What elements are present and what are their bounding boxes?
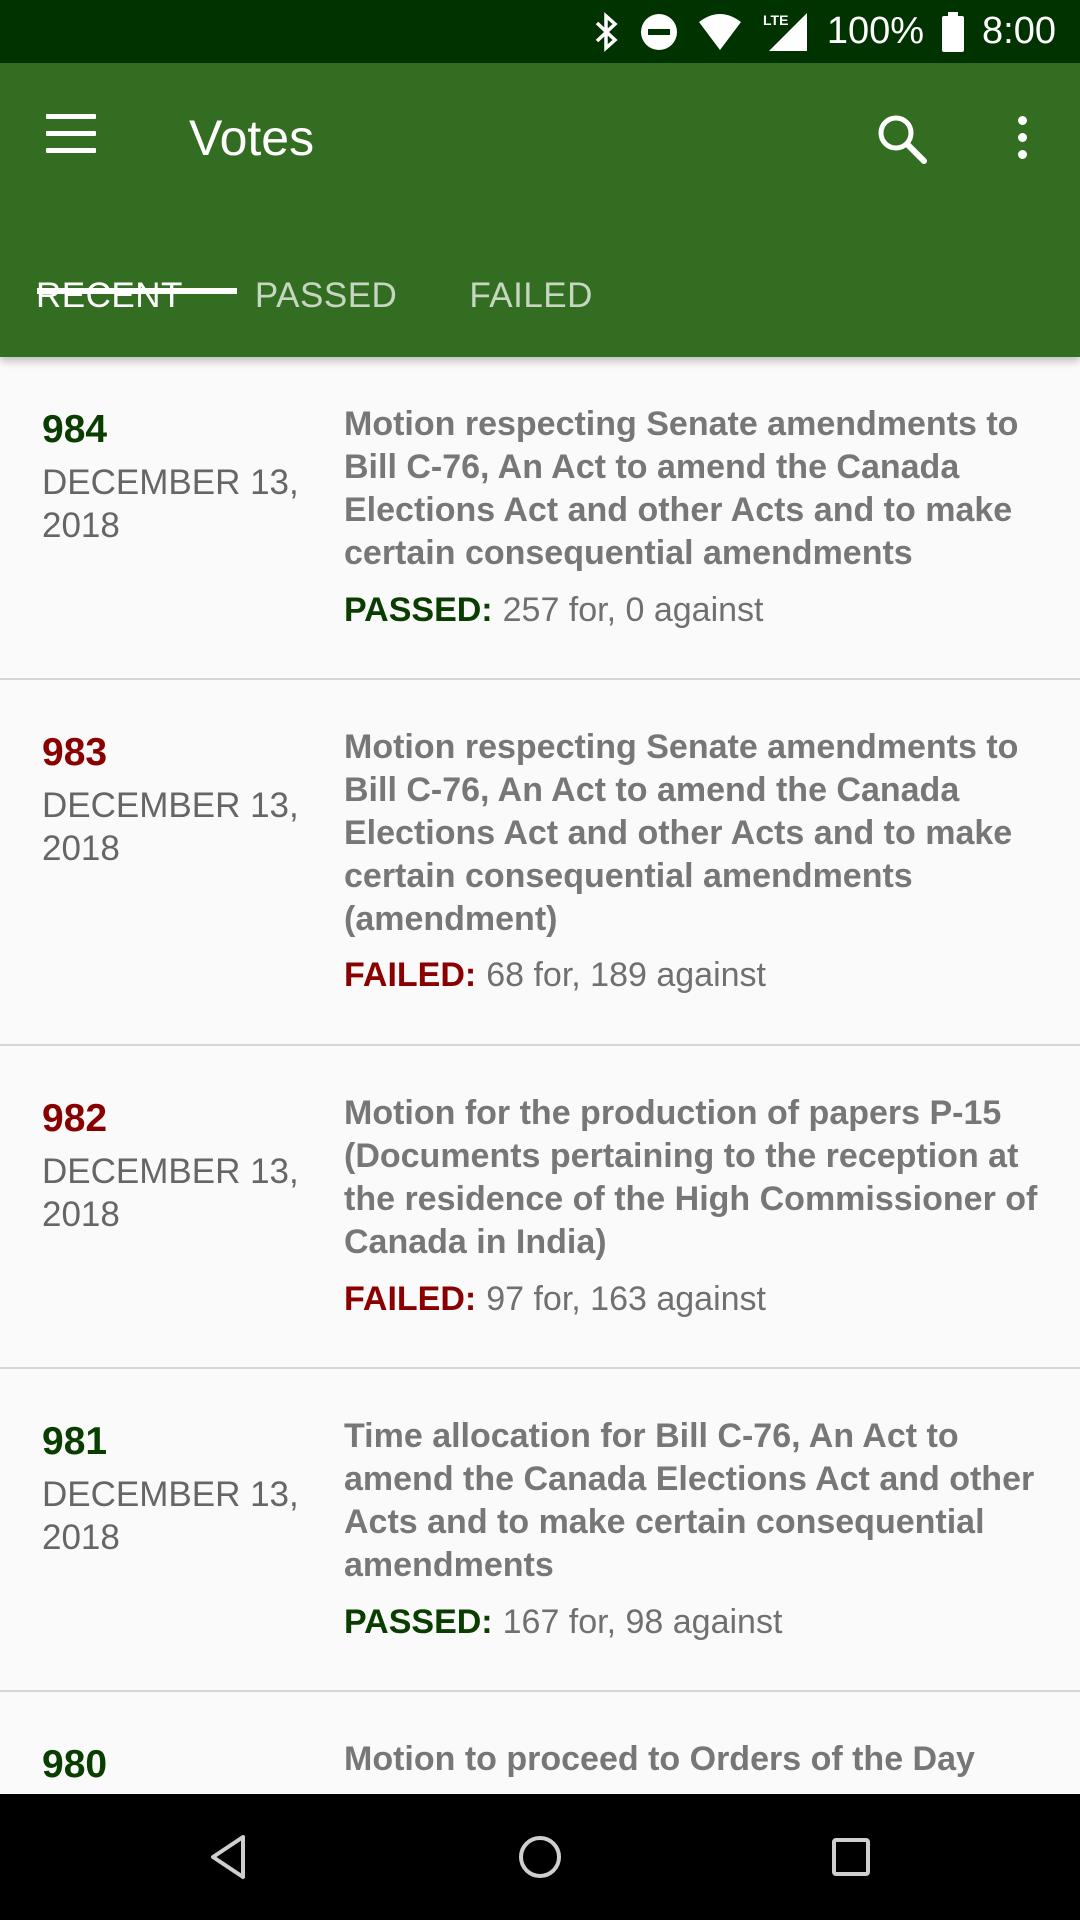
- bluetooth-icon: [591, 11, 621, 52]
- vote-tally: 167 for, 98 against: [502, 1603, 783, 1641]
- tab-indicator: [37, 288, 237, 294]
- app-bar: Votes RECENT PASSED FAILED: [0, 63, 1080, 357]
- more-options-icon[interactable]: [1002, 109, 1042, 169]
- svg-text:LTE: LTE: [763, 12, 788, 28]
- vote-row-984[interactable]: 984 DECEMBER 13, 2018 Motion respecting …: [0, 357, 1080, 680]
- vote-description: Motion respecting Senate amendments to B…: [344, 728, 1019, 938]
- vote-date: DECEMBER 13, 2018: [42, 1152, 299, 1234]
- vote-date: DECEMBER 13, 2018: [42, 786, 299, 868]
- vote-result: PASSED: 167 for, 98 against: [344, 1603, 782, 1642]
- search-icon[interactable]: [872, 109, 932, 169]
- vote-description: Motion for the production of papers P-15…: [344, 1094, 1038, 1261]
- vote-date: DECEMBER 13, 2018: [42, 463, 299, 545]
- vote-date: DECEMBER 13, 2018: [42, 1475, 299, 1557]
- tab-failed[interactable]: FAILED: [433, 276, 629, 357]
- vote-result: FAILED: 97 for, 163 against: [344, 1280, 766, 1319]
- back-icon[interactable]: [199, 1827, 259, 1887]
- vote-number: 981: [42, 1420, 108, 1463]
- recents-icon[interactable]: [821, 1827, 881, 1887]
- vote-description: Motion respecting Senate amendments to B…: [344, 405, 1019, 572]
- battery-icon: [942, 11, 965, 52]
- clock: 8:00: [982, 10, 1056, 52]
- vote-status: FAILED:: [344, 1280, 477, 1318]
- vote-number: 980: [42, 1743, 108, 1786]
- votes-list[interactable]: 984 DECEMBER 13, 2018 Motion respecting …: [0, 357, 1080, 1794]
- vote-result: PASSED: 257 for, 0 against: [344, 591, 764, 630]
- toolbar: Votes: [0, 63, 1080, 213]
- vote-row-980[interactable]: 980 Motion to proceed to Orders of the D…: [0, 1692, 1080, 1794]
- tab-passed[interactable]: PASSED: [219, 276, 433, 357]
- wifi-icon: [697, 12, 743, 52]
- vote-number: 984: [42, 408, 108, 451]
- vote-status: PASSED:: [344, 1603, 493, 1641]
- vote-tally: 257 for, 0 against: [502, 591, 764, 629]
- system-navigation-bar: [0, 1794, 1080, 1920]
- battery-percent: 100%: [826, 10, 925, 52]
- menu-icon[interactable]: [46, 114, 98, 158]
- do-not-disturb-icon: [639, 12, 679, 52]
- vote-number: 982: [42, 1097, 108, 1140]
- vote-status: FAILED:: [344, 956, 477, 994]
- vote-description: Time allocation for Bill C-76, An Act to…: [344, 1417, 1035, 1584]
- page-title: Votes: [189, 110, 315, 166]
- vote-description: Motion to proceed to Orders of the Day: [344, 1740, 975, 1778]
- vote-tally: 68 for, 189 against: [486, 956, 766, 994]
- home-icon[interactable]: [510, 1827, 570, 1887]
- vote-row-983[interactable]: 983 DECEMBER 13, 2018 Motion respecting …: [0, 680, 1080, 1046]
- status-bar: LTE 100% 8:00: [0, 0, 1080, 63]
- vote-row-982[interactable]: 982 DECEMBER 13, 2018 Motion for the pro…: [0, 1046, 1080, 1369]
- vote-result: FAILED: 68 for, 189 against: [344, 956, 766, 995]
- vote-tally: 97 for, 163 against: [486, 1280, 766, 1318]
- vote-status: PASSED:: [344, 591, 493, 629]
- lte-signal-icon: LTE: [761, 11, 809, 53]
- vote-row-981[interactable]: 981 DECEMBER 13, 2018 Time allocation fo…: [0, 1369, 1080, 1692]
- vote-number: 983: [42, 731, 108, 774]
